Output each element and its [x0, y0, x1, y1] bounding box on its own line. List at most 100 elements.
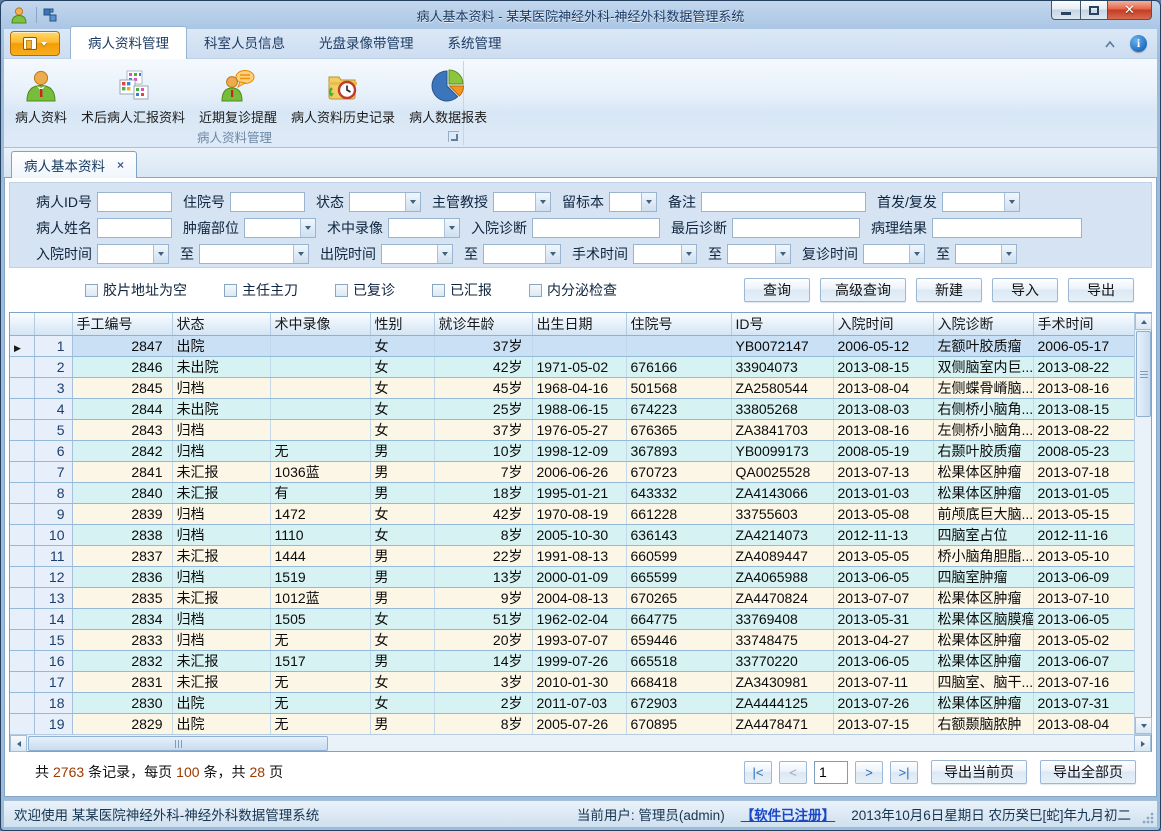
table-row[interactable]: 152833归档无女20岁1993-07-0765944633748475201…	[10, 629, 1136, 650]
tab-patient-basic-info[interactable]: 病人基本资料 ×	[11, 151, 137, 178]
dropdown-arrow-icon[interactable]	[681, 245, 696, 263]
checkbox-icon[interactable]	[85, 284, 98, 297]
dropdown-arrow-icon[interactable]	[437, 245, 452, 263]
filter-checkbox-0[interactable]: 胶片地址为空	[85, 280, 187, 300]
dropdown-arrow-icon[interactable]	[293, 245, 308, 263]
export-current-page-button[interactable]: 导出当前页	[931, 760, 1027, 784]
surgery-date-to-select[interactable]	[727, 244, 791, 264]
horizontal-scroll-thumb[interactable]	[28, 736, 328, 751]
table-row[interactable]: 132835未汇报1012蓝男9岁2004-08-13670265ZA44708…	[10, 587, 1136, 608]
checkbox-icon[interactable]	[432, 284, 445, 297]
ribbon-button-data-report[interactable]: 病人数据报表	[402, 64, 494, 129]
table-row[interactable]: 172831未汇报无女3岁2010-01-30668418ZA343098120…	[10, 671, 1136, 692]
export-all-pages-button[interactable]: 导出全部页	[1040, 760, 1136, 784]
resize-grip[interactable]	[1142, 812, 1154, 824]
dropdown-arrow-icon[interactable]	[1004, 193, 1019, 211]
remarks-input[interactable]	[701, 192, 866, 212]
checkbox-icon[interactable]	[335, 284, 348, 297]
specimen-select[interactable]	[609, 192, 657, 212]
column-header[interactable]: 手术时间	[1033, 313, 1136, 335]
filter-checkbox-3[interactable]: 已汇报	[432, 280, 492, 300]
app-menu-button[interactable]	[10, 31, 60, 56]
followup-date-from-select[interactable]	[863, 244, 925, 264]
ribbon-button-followup-reminder[interactable]: 近期复诊提醒	[192, 64, 284, 129]
checkbox-icon[interactable]	[224, 284, 237, 297]
maximize-button[interactable]	[1080, 1, 1108, 20]
table-row[interactable]: 122836归档1519男13岁2000-01-09665599ZA406598…	[10, 566, 1136, 587]
column-header[interactable]: 就诊年龄	[434, 313, 532, 335]
first-recurrence-select[interactable]	[942, 192, 1020, 212]
dropdown-arrow-icon[interactable]	[300, 219, 315, 237]
discharge-date-to-select[interactable]	[483, 244, 561, 264]
table-row[interactable]: 82840未汇报有男18岁1995-01-21643332ZA414306620…	[10, 482, 1136, 503]
ribbon-tab-staff-info[interactable]: 科室人员信息	[187, 27, 302, 58]
prev-page-button[interactable]: <	[779, 761, 807, 784]
patient-name-input[interactable]	[97, 218, 172, 238]
filter-checkbox-1[interactable]: 主任主刀	[224, 280, 298, 300]
last-page-button[interactable]: >|	[890, 761, 918, 784]
table-row[interactable]: 92839归档1472女42岁1970-08-19661228337556032…	[10, 503, 1136, 524]
ribbon-tab-system[interactable]: 系统管理	[431, 27, 519, 58]
import-button[interactable]: 导入	[992, 278, 1058, 302]
surgery-date-from-select[interactable]	[633, 244, 697, 264]
next-page-button[interactable]: >	[855, 761, 883, 784]
admission-date-from-select[interactable]	[97, 244, 169, 264]
patient-id-input[interactable]	[97, 192, 172, 212]
followup-date-to-select[interactable]	[955, 244, 1017, 264]
table-row[interactable]: 22846未出院女42岁1971-05-02676166339040732013…	[10, 356, 1136, 377]
close-button[interactable]: ✕	[1107, 1, 1152, 20]
vertical-scrollbar[interactable]	[1134, 313, 1151, 734]
table-row[interactable]: 72841未汇报1036蓝男7岁2006-06-26670723QA002552…	[10, 461, 1136, 482]
column-header[interactable]: 出生日期	[532, 313, 626, 335]
surgery-video-select[interactable]	[388, 218, 460, 238]
filter-checkbox-2[interactable]: 已复诊	[335, 280, 395, 300]
checkbox-icon[interactable]	[529, 284, 542, 297]
dropdown-arrow-icon[interactable]	[153, 245, 168, 263]
column-header[interactable]: 术中录像	[270, 313, 370, 335]
dropdown-arrow-icon[interactable]	[545, 245, 560, 263]
table-row[interactable]: 182830出院无女2岁2011-07-03672903ZA4444125201…	[10, 692, 1136, 713]
scroll-down-button[interactable]	[1135, 717, 1152, 734]
query-button[interactable]: 查询	[744, 278, 810, 302]
column-header[interactable]: 状态	[172, 313, 270, 335]
horizontal-scrollbar[interactable]	[10, 734, 1151, 751]
page-number-input[interactable]	[814, 761, 848, 784]
ribbon-button-postop-report[interactable]: 术后病人汇报资料	[74, 64, 192, 129]
registration-link[interactable]: 【软件已注册】	[741, 804, 836, 824]
dropdown-arrow-icon[interactable]	[1001, 245, 1016, 263]
table-row[interactable]: 142834归档1505女51岁1962-02-0466477533769408…	[10, 608, 1136, 629]
table-row[interactable]: 112837未汇报1444男22岁1991-08-13660599ZA40894…	[10, 545, 1136, 566]
minimize-button[interactable]	[1051, 1, 1081, 20]
ribbon-button-history-record[interactable]: 病人资料历史记录	[284, 64, 402, 129]
column-header[interactable]: 性别	[370, 313, 434, 335]
scroll-up-button[interactable]	[1135, 313, 1152, 330]
ribbon-button-patient-data[interactable]: 病人资料	[8, 64, 74, 129]
dropdown-arrow-icon[interactable]	[775, 245, 790, 263]
new-button[interactable]: 新建	[916, 278, 982, 302]
dropdown-arrow-icon[interactable]	[444, 219, 459, 237]
admission-diagnosis-input[interactable]	[532, 218, 660, 238]
table-row[interactable]: 192829出院无男8岁2005-07-26670895ZA4478471201…	[10, 713, 1136, 734]
dropdown-arrow-icon[interactable]	[405, 193, 420, 211]
quick-access-icon[interactable]	[43, 8, 57, 22]
admission-date-to-select[interactable]	[199, 244, 309, 264]
professor-select[interactable]	[493, 192, 551, 212]
column-header[interactable]: ID号	[731, 313, 833, 335]
table-row[interactable]: 162832未汇报1517男14岁1999-07-266655183377022…	[10, 650, 1136, 671]
discharge-date-from-select[interactable]	[381, 244, 453, 264]
export-button[interactable]: 导出	[1068, 278, 1134, 302]
final-diagnosis-input[interactable]	[732, 218, 860, 238]
info-icon[interactable]: i	[1130, 35, 1147, 52]
admission-no-input[interactable]	[230, 192, 305, 212]
advanced-query-button[interactable]: 高级查询	[820, 278, 906, 302]
tab-close-icon[interactable]: ×	[117, 158, 124, 172]
group-dialog-launcher-icon[interactable]	[448, 131, 459, 142]
table-row[interactable]: ▶12847出院女37岁YB00721472006-05-12左额叶胶质瘤200…	[10, 335, 1136, 356]
ribbon-tab-patient-management[interactable]: 病人资料管理	[70, 26, 187, 59]
table-row[interactable]: 32845归档女45岁1968-04-16501568ZA25805442013…	[10, 377, 1136, 398]
vertical-scroll-thumb[interactable]	[1136, 331, 1151, 417]
table-row[interactable]: 62842归档无男10岁1998-12-09367893YB0099173200…	[10, 440, 1136, 461]
scroll-right-button[interactable]	[1134, 735, 1151, 752]
tumor-site-select[interactable]	[244, 218, 316, 238]
dropdown-arrow-icon[interactable]	[641, 193, 656, 211]
